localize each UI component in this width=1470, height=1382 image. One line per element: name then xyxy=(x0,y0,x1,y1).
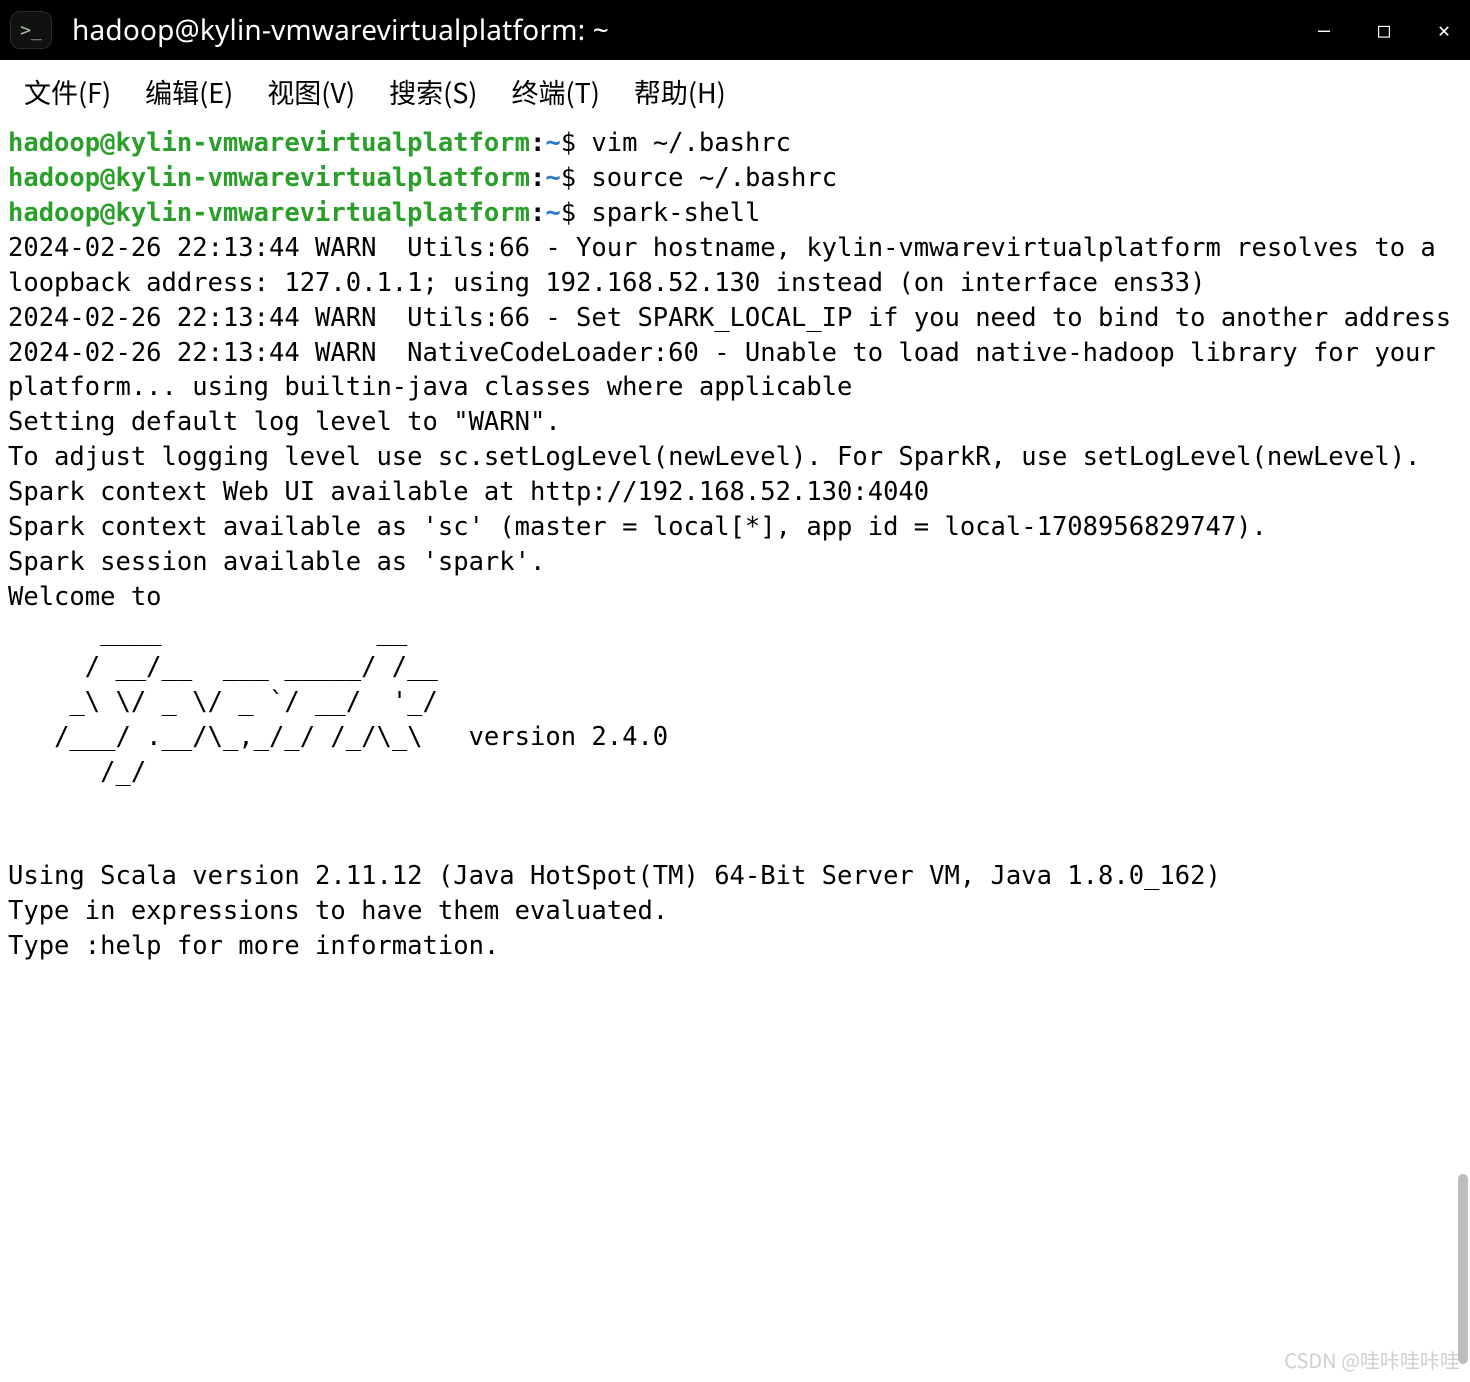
window-titlebar: >_ hadoop@kylin-vmwarevirtualplatform: ~… xyxy=(0,0,1470,60)
prompt-path: ~ xyxy=(545,163,560,193)
output-line: Type in expressions to have them evaluat… xyxy=(8,896,668,926)
prompt-dollar: $ xyxy=(561,163,576,193)
output-line: Welcome to xyxy=(8,582,162,612)
output-line: Setting default log level to "WARN". xyxy=(8,407,561,437)
scrollbar-thumb[interactable] xyxy=(1458,1174,1468,1364)
prompt-dollar: $ xyxy=(561,128,576,158)
prompt-path: ~ xyxy=(545,198,560,228)
command-line: spark-shell xyxy=(576,198,760,228)
maximize-button[interactable]: □ xyxy=(1372,18,1396,42)
output-line: Spark session available as 'spark'. xyxy=(8,547,545,577)
terminal-icon-glyph: >_ xyxy=(20,20,42,41)
menu-edit[interactable]: 编辑(E) xyxy=(145,72,233,111)
output-line: Type :help for more information. xyxy=(8,931,499,961)
output-line: 2024-02-26 22:13:44 WARN Utils:66 - Your… xyxy=(8,233,1451,298)
prompt-colon: : xyxy=(530,198,545,228)
command-line: vim ~/.bashrc xyxy=(576,128,791,158)
output-line: 2024-02-26 22:13:44 WARN NativeCodeLoade… xyxy=(8,338,1451,403)
watermark-text: CSDN @哇咔哇咔哇 xyxy=(1284,1345,1460,1374)
close-button[interactable]: ✕ xyxy=(1432,18,1456,42)
prompt-colon: : xyxy=(530,163,545,193)
output-line: Spark context available as 'sc' (master … xyxy=(8,512,1267,542)
prompt-colon: : xyxy=(530,128,545,158)
command-line: source ~/.bashrc xyxy=(576,163,837,193)
output-line: 2024-02-26 22:13:44 WARN Utils:66 - Set … xyxy=(8,303,1451,333)
prompt-dollar: $ xyxy=(561,198,576,228)
terminal-output-area[interactable]: hadoop@kylin-vmwarevirtualplatform:~$ vi… xyxy=(0,122,1470,964)
menu-bar: 文件(F) 编辑(E) 视图(V) 搜索(S) 终端(T) 帮助(H) xyxy=(0,60,1470,122)
prompt-user-host: hadoop@kylin-vmwarevirtualplatform xyxy=(8,198,530,228)
menu-search[interactable]: 搜索(S) xyxy=(389,72,477,111)
output-line: To adjust logging level use sc.setLogLev… xyxy=(8,442,1420,472)
terminal-icon: >_ xyxy=(10,11,52,49)
menu-file[interactable]: 文件(F) xyxy=(24,72,111,111)
prompt-path: ~ xyxy=(545,128,560,158)
minimize-button[interactable]: — xyxy=(1312,18,1336,42)
output-line: Using Scala version 2.11.12 (Java HotSpo… xyxy=(8,861,1221,891)
prompt-user-host: hadoop@kylin-vmwarevirtualplatform xyxy=(8,128,530,158)
spark-ascii-logo: ____ __ / __/__ ___ _____/ /__ _\ \/ _ \… xyxy=(8,617,668,787)
output-line: Spark context Web UI available at http:/… xyxy=(8,477,929,507)
window-controls: — □ ✕ xyxy=(1312,18,1456,42)
menu-terminal[interactable]: 终端(T) xyxy=(511,72,599,111)
prompt-user-host: hadoop@kylin-vmwarevirtualplatform xyxy=(8,163,530,193)
window-title: hadoop@kylin-vmwarevirtualplatform: ~ xyxy=(72,11,1292,49)
menu-view[interactable]: 视图(V) xyxy=(267,72,355,111)
menu-help[interactable]: 帮助(H) xyxy=(634,72,726,111)
